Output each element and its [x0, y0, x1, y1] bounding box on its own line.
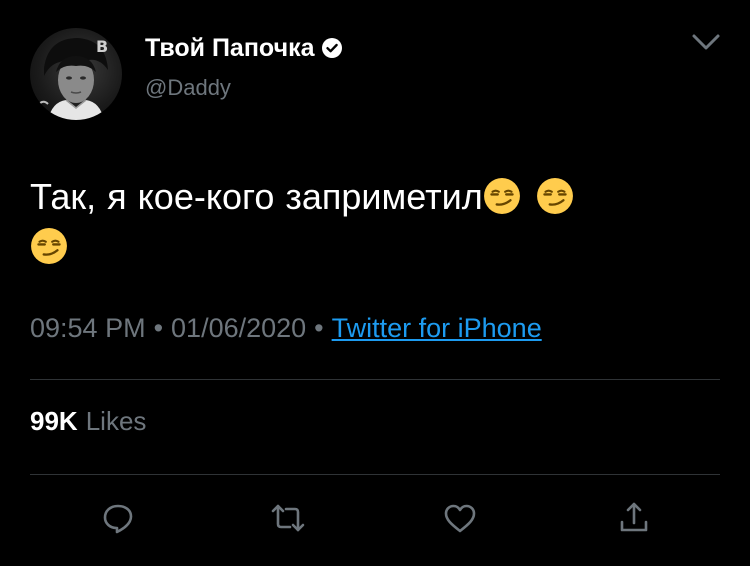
retweet-icon[interactable] — [270, 500, 306, 536]
meta-separator: • — [314, 313, 324, 343]
verified-badge-icon — [321, 38, 342, 58]
smirking-face-icon — [31, 228, 67, 264]
display-name-text: Твой Папочка — [145, 34, 315, 62]
divider — [30, 474, 720, 475]
tweet-time: 09:54 PM — [30, 313, 146, 343]
meta-separator: • — [153, 313, 164, 343]
divider — [30, 379, 720, 380]
tweet-date: 01/06/2020 — [171, 313, 307, 343]
likes-stat[interactable]: 99K Likes — [30, 404, 146, 438]
likes-label: Likes — [85, 406, 147, 436]
display-name[interactable]: Твой Папочка — [145, 33, 343, 63]
chevron-down-icon[interactable] — [690, 30, 722, 54]
tweet-text-body: Так, я кое-кого заприметил — [30, 176, 483, 217]
tweet-card: B Твой Папочка @Daddy Так, я кое-кого за… — [0, 0, 750, 566]
tweet-meta: 09:54 PM • 01/06/2020 • Twitter for iPhone — [30, 310, 542, 346]
share-icon[interactable] — [616, 500, 652, 536]
avatar[interactable]: B — [30, 28, 122, 120]
tweet-source-link[interactable]: Twitter for iPhone — [332, 313, 542, 343]
reply-icon[interactable] — [100, 500, 136, 536]
smirking-face-icon — [536, 178, 573, 214]
svg-text:B: B — [96, 37, 108, 56]
likes-count: 99K — [30, 406, 78, 436]
like-icon[interactable] — [442, 500, 478, 536]
user-handle[interactable]: @Daddy — [145, 74, 231, 102]
smirking-face-icon — [483, 178, 520, 214]
tweet-text: Так, я кое-кого заприметил — [30, 172, 710, 272]
